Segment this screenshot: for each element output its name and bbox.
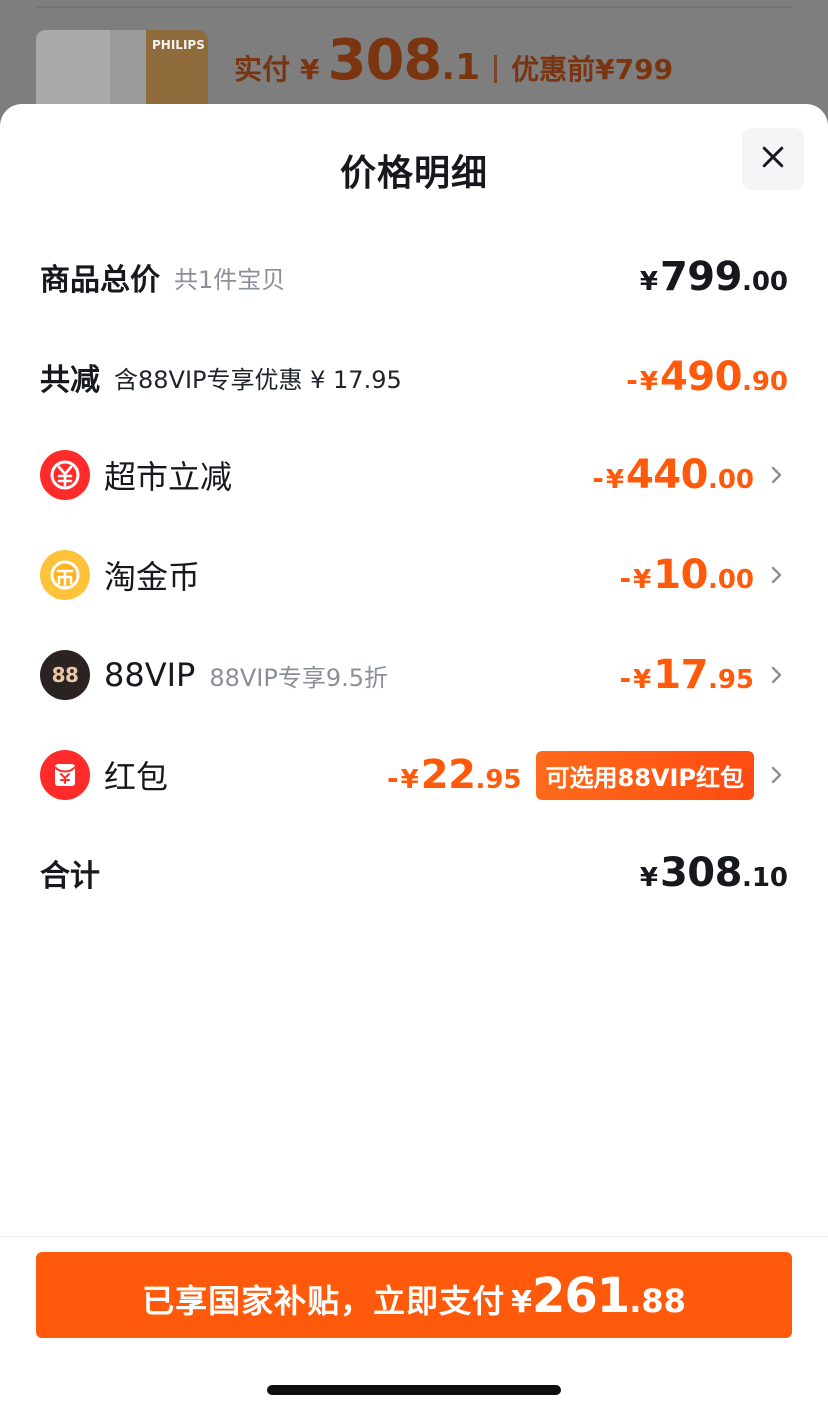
row-88vip[interactable]: 88 88VIP 88VIP专享9.5折 - ¥ 17 .95 xyxy=(40,650,788,700)
chevron-right-icon xyxy=(764,763,788,787)
amount-int: 17 xyxy=(653,652,708,698)
amount-dec: .00 xyxy=(707,465,754,495)
row-sum: 合计 ¥ 308 .10 xyxy=(40,848,788,898)
pay-button-int: 261 xyxy=(532,1268,630,1324)
coin-icon xyxy=(40,550,90,600)
vip-red-packet-pill[interactable]: 可选用88VIP红包 xyxy=(535,750,754,800)
amount-int: 440 xyxy=(625,452,709,498)
currency: ¥ xyxy=(400,765,419,795)
amount-dec: .95 xyxy=(475,765,522,795)
pay-now-button[interactable]: 已享国家补贴，立即支付 ¥ 261 .88 xyxy=(36,1252,792,1338)
label-total-discount: 共减 xyxy=(40,363,100,398)
amount-int: 490 xyxy=(659,354,743,400)
bottom-divider xyxy=(0,1236,828,1237)
row-red-packet[interactable]: 红包 - ¥ 22 .95 可选用88VIP红包 xyxy=(40,750,788,800)
close-icon xyxy=(758,142,788,176)
sub-vip-discount: 含88VIP专享优惠 ¥ 17.95 xyxy=(114,365,402,394)
amount-taobao-coins: - ¥ 10 .00 xyxy=(620,552,754,598)
row-total-discount: 共减 含88VIP专享优惠 ¥ 17.95 - ¥ 490 .90 xyxy=(40,352,788,402)
chevron-right-icon xyxy=(764,463,788,487)
row-taobao-coins[interactable]: 淘金币 - ¥ 10 .00 xyxy=(40,550,788,600)
amount-dec: .00 xyxy=(707,565,754,595)
amount-int: 308 xyxy=(659,850,743,896)
minus-sign: - xyxy=(387,762,399,795)
amount-supermarket-discount: - ¥ 440 .00 xyxy=(592,452,754,498)
currency: ¥ xyxy=(639,367,658,397)
amount-total-discount: - ¥ 490 .90 xyxy=(626,354,788,400)
amount-int: 22 xyxy=(420,752,476,798)
amount-dec: .90 xyxy=(741,367,788,397)
row-total-price: 商品总价 共1件宝贝 ¥ 799 .00 xyxy=(40,252,788,302)
pay-button-text: 已享国家补贴，立即支付 xyxy=(142,1282,506,1320)
amount-total-price: ¥ 799 .00 xyxy=(640,254,788,300)
pay-button-dec: .88 xyxy=(629,1282,686,1320)
amount-dec: .10 xyxy=(741,863,788,893)
minus-sign: - xyxy=(619,662,632,695)
pay-dec: .1 xyxy=(441,47,481,88)
amount-int: 10 xyxy=(653,552,708,598)
sub-88vip-discount: 88VIP专享9.5折 xyxy=(209,663,389,692)
sheet-title: 价格明细 xyxy=(339,153,488,194)
currency: ¥ xyxy=(633,565,652,595)
amount-red-packet: - ¥ 22 .95 xyxy=(387,752,521,798)
amount-sum: ¥ 308 .10 xyxy=(640,850,788,896)
label-88vip: 88VIP xyxy=(104,656,196,694)
sub-item-count: 共1件宝贝 xyxy=(174,265,286,294)
before-price: ¥799 xyxy=(595,53,674,86)
pay-int: 308 xyxy=(327,28,443,93)
minus-sign: - xyxy=(592,462,604,495)
label-sum: 合计 xyxy=(40,859,100,894)
currency: ¥ xyxy=(605,465,624,495)
close-button[interactable] xyxy=(742,128,804,190)
label-supermarket-discount: 超市立减 xyxy=(104,458,233,496)
amount-88vip: - ¥ 17 .95 xyxy=(620,652,754,698)
amount-dec: .00 xyxy=(741,267,788,297)
amount-int: 799 xyxy=(659,254,743,300)
label-total-price: 商品总价 xyxy=(40,263,160,298)
home-indicator xyxy=(267,1385,561,1395)
pay-currency: ¥ xyxy=(300,53,320,86)
pay-label: 实付 xyxy=(234,53,291,86)
pay-button-currency: ¥ xyxy=(511,1285,532,1320)
red-packet-icon xyxy=(40,750,90,800)
vip-88-icon: 88 xyxy=(40,650,90,700)
brand-text: PHILIPS xyxy=(152,38,205,52)
background-divider xyxy=(36,6,792,8)
page: PHILIPS 实付 ¥ 308 .1 优惠前 ¥799 价格明细 商品总价 共 xyxy=(0,0,828,1412)
supermarket-discount-icon xyxy=(40,450,90,500)
before-label: 优惠前 xyxy=(511,53,596,86)
currency: ¥ xyxy=(633,665,652,695)
label-red-packet: 红包 xyxy=(104,758,169,796)
vip-icon-text: 88 xyxy=(51,663,79,687)
row-supermarket-discount[interactable]: 超市立减 - ¥ 440 .00 xyxy=(40,450,788,500)
chevron-right-icon xyxy=(764,563,788,587)
background-price-summary: 实付 ¥ 308 .1 优惠前 ¥799 xyxy=(234,28,673,93)
price-detail-sheet: 价格明细 商品总价 共1件宝贝 ¥ 799 .00 共减 含88VIP专享优惠 … xyxy=(0,104,828,1412)
amount-dec: .95 xyxy=(707,665,754,695)
currency: ¥ xyxy=(639,863,658,893)
chevron-right-icon xyxy=(764,663,788,687)
minus-sign: - xyxy=(626,364,638,397)
minus-sign: - xyxy=(619,562,632,595)
currency: ¥ xyxy=(639,267,658,297)
price-separator xyxy=(494,55,498,83)
label-taobao-coins: 淘金币 xyxy=(104,558,201,596)
